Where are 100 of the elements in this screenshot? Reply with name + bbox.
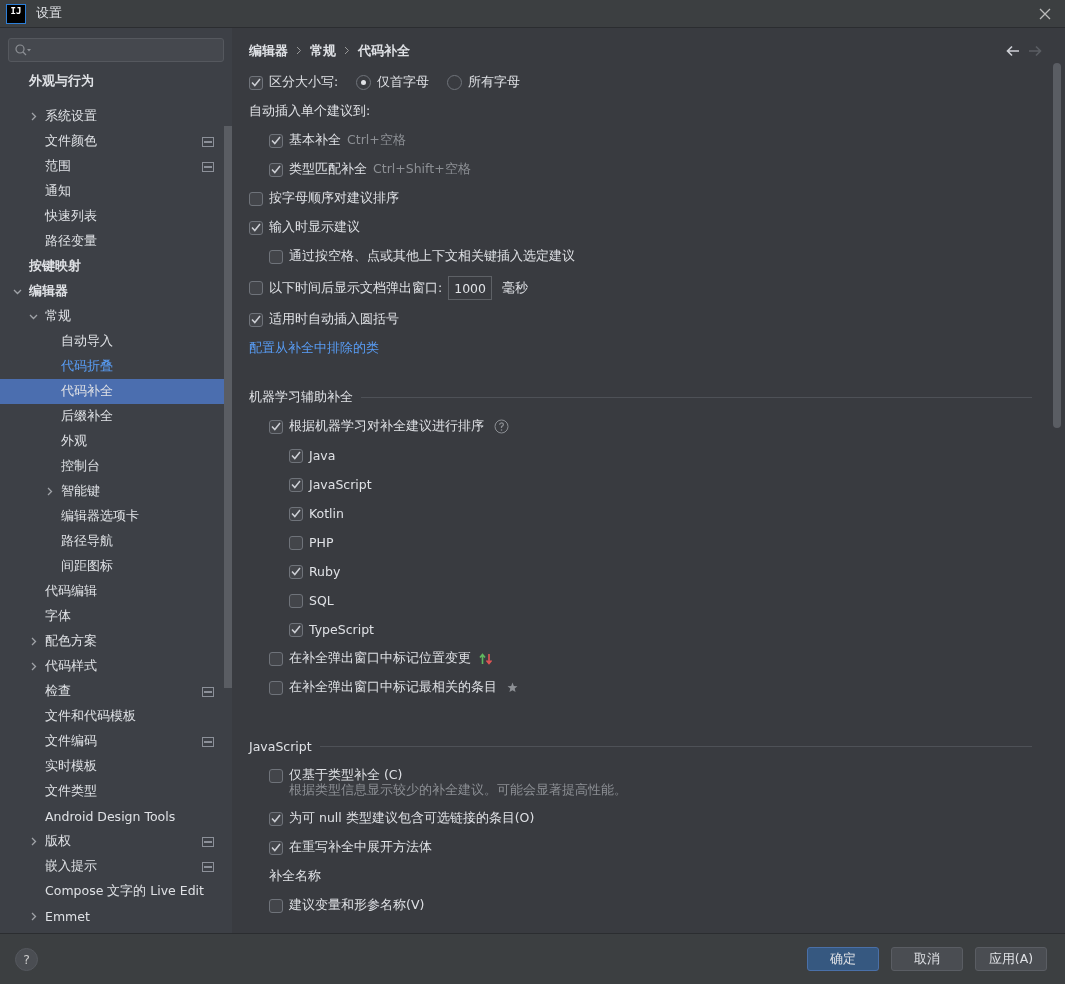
chevron-right-icon[interactable]	[29, 637, 38, 646]
unit-label: 毫秒	[502, 279, 529, 297]
tree-item[interactable]: Compose 文字的 Live Edit	[0, 879, 224, 904]
checkbox[interactable]	[269, 680, 283, 695]
app-logo: IJ	[6, 3, 26, 24]
breadcrumb-item: 代码补全	[358, 42, 410, 60]
option-label: 在重写补全中展开方法体	[289, 839, 432, 856]
checkbox[interactable]	[269, 162, 283, 177]
tree-item[interactable]: 实时模板	[0, 754, 224, 779]
tree-item[interactable]: Emmet	[0, 904, 224, 929]
chevron-right-icon[interactable]	[45, 487, 54, 496]
tree-item[interactable]: 外观	[0, 429, 224, 454]
tree-item[interactable]: 控制台	[0, 454, 224, 479]
tree-item[interactable]: 代码补全	[0, 379, 224, 404]
search-icon	[15, 44, 32, 56]
option-label: 通过按空格、点或其他上下文相关键插入选定建议	[289, 248, 575, 265]
back-button[interactable]	[1006, 45, 1020, 57]
chevron-down-icon[interactable]	[29, 312, 38, 321]
delay-input[interactable]: 1000	[448, 276, 493, 300]
chevron-right-icon[interactable]	[29, 912, 38, 921]
radio-label: 所有字母	[468, 74, 521, 91]
checkbox[interactable]	[269, 651, 283, 666]
group-label: 自动插入单个建议到:	[249, 103, 371, 120]
section-title: JavaScript	[249, 739, 312, 754]
breadcrumb-item: 编辑器	[249, 42, 288, 60]
checkbox[interactable]	[289, 535, 303, 550]
checkbox[interactable]	[289, 622, 303, 637]
checkbox[interactable]	[249, 312, 263, 327]
exclude-classes-link[interactable]: 配置从补全中排除的类	[249, 340, 379, 357]
option-label: 建议变量和形参名称(V)	[289, 897, 425, 914]
tree-item[interactable]: 自动导入	[0, 329, 224, 354]
tree-item[interactable]: 路径变量	[0, 229, 224, 254]
checkbox[interactable]	[249, 281, 263, 295]
tree-item[interactable]: 代码编辑	[0, 579, 224, 604]
tree-item[interactable]: 外观与行为	[0, 69, 224, 94]
tree-item[interactable]: 代码折叠	[0, 354, 224, 379]
tree-item[interactable]: 编辑器	[0, 279, 224, 304]
chevron-right-icon[interactable]	[29, 662, 38, 671]
checkbox[interactable]	[289, 477, 303, 492]
scrollbar[interactable]	[1053, 63, 1061, 428]
tree-item[interactable]: 代码样式	[0, 654, 224, 679]
shortcut-hint: Ctrl+空格	[347, 132, 406, 149]
option-label: 输入时显示建议	[269, 219, 360, 236]
tree-item[interactable]: 文件编码	[0, 729, 224, 754]
tree-item[interactable]: 路径导航	[0, 529, 224, 554]
checkbox[interactable]	[289, 564, 303, 579]
tree-item[interactable]: 间距图标	[0, 554, 224, 579]
tree-item[interactable]: 快速列表	[0, 204, 224, 229]
checkbox[interactable]	[289, 593, 303, 608]
chevron-down-icon[interactable]	[13, 287, 22, 296]
option-label: 以下时间后显示文档弹出窗口:	[269, 279, 443, 297]
group-label: 补全名称	[269, 868, 321, 885]
tree-item[interactable]: 版权	[0, 829, 224, 854]
dialog-button[interactable]: 确定	[807, 947, 879, 971]
tree-item[interactable]: 嵌入提示	[0, 854, 224, 879]
scrollbar[interactable]	[224, 126, 232, 688]
checkbox[interactable]	[269, 768, 283, 783]
tree-item[interactable]: 按键映射	[0, 254, 224, 279]
dialog-button[interactable]: 应用(A)	[975, 947, 1047, 971]
option-description: 根据类型信息显示较少的补全建议。可能会显著提高性能。	[288, 782, 628, 799]
checkbox[interactable]	[269, 811, 283, 826]
chevron-right-icon[interactable]	[29, 837, 38, 846]
option-label: PHP	[309, 535, 334, 550]
help-icon[interactable]	[494, 419, 509, 434]
option-label: 区分大小写:	[269, 74, 339, 91]
tree-item[interactable]: 文件颜色	[0, 129, 224, 154]
window-title: 设置	[36, 5, 63, 22]
tree-item[interactable]: 后缀补全	[0, 404, 224, 429]
option-label: 按字母顺序对建议排序	[269, 190, 399, 207]
tree-item[interactable]: 文件和代码模板	[0, 704, 224, 729]
checkbox[interactable]	[269, 898, 283, 913]
checkbox[interactable]	[249, 220, 263, 235]
checkbox[interactable]	[269, 419, 283, 434]
checkbox[interactable]	[249, 75, 263, 90]
chevron-right-icon[interactable]	[29, 112, 38, 121]
tree-item[interactable]: 编辑器选项卡	[0, 504, 224, 529]
option-label: 在补全弹出窗口中标记位置变更	[289, 650, 471, 667]
dialog-button[interactable]: 取消	[891, 947, 963, 971]
tree-item[interactable]: 检查	[0, 679, 224, 704]
checkbox[interactable]	[289, 448, 303, 463]
option-label: 根据机器学习对补全建议进行排序	[289, 418, 484, 435]
checkbox[interactable]	[289, 506, 303, 521]
checkbox[interactable]	[269, 249, 283, 264]
tree-item[interactable]: 智能键	[0, 479, 224, 504]
tree-item[interactable]: 通知	[0, 179, 224, 204]
tree-item[interactable]: Android Design Tools	[0, 804, 224, 829]
help-button[interactable]: ?	[15, 947, 38, 971]
option-label: 仅基于类型补全 (C)	[289, 767, 403, 783]
checkbox[interactable]	[269, 840, 283, 855]
tree-item[interactable]: 文件类型	[0, 779, 224, 804]
tree-item[interactable]: 常规	[0, 304, 224, 329]
tree-item[interactable]: 范围	[0, 154, 224, 179]
option-label: 为可 null 类型建议包含可选链接的条目(O)	[289, 810, 535, 827]
tree-item[interactable]: 系统设置	[0, 104, 224, 129]
tree-item[interactable]: 配色方案	[0, 629, 224, 654]
search-field[interactable]	[8, 38, 224, 62]
tree-item[interactable]: 字体	[0, 604, 224, 629]
option-label: Ruby	[309, 564, 341, 579]
checkbox[interactable]	[249, 191, 263, 206]
checkbox[interactable]	[269, 133, 283, 148]
